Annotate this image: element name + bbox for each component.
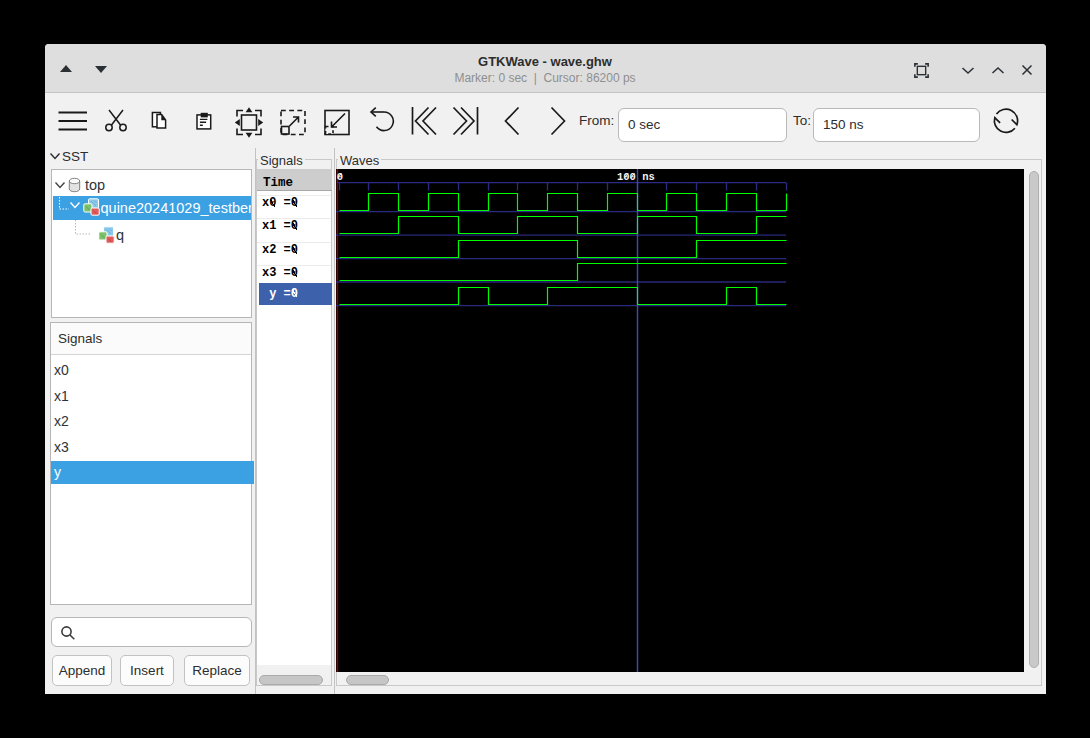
svg-text:100 ns: 100 ns — [617, 171, 655, 183]
svg-text:0: 0 — [337, 171, 343, 183]
